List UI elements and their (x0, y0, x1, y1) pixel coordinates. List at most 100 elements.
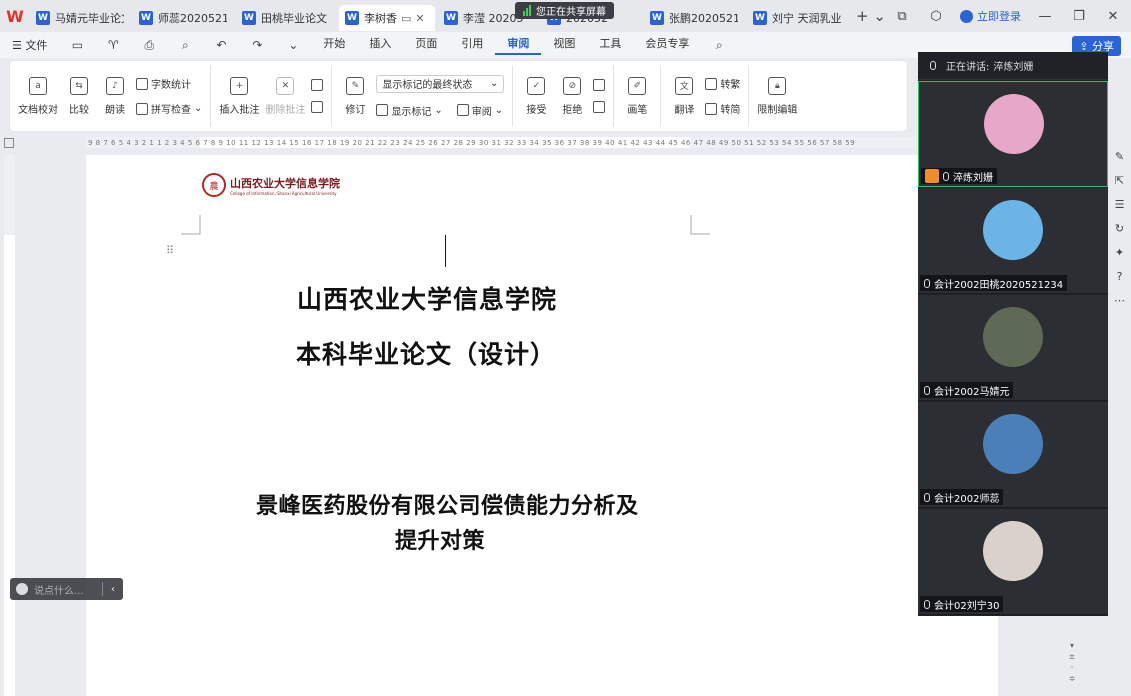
menu-tab[interactable]: 开始 (311, 35, 357, 55)
participant-avatar (983, 307, 1043, 367)
chat-input-box[interactable]: 说点什么... ‹ (10, 578, 123, 600)
read-aloud-icon: ♪ (106, 76, 124, 95)
next-comment-button[interactable] (311, 101, 324, 113)
print-preview-icon[interactable]: ⌕ (167, 38, 203, 53)
menu-tab[interactable]: 工具 (587, 35, 633, 55)
restore-button[interactable]: ❐ (1069, 9, 1089, 24)
insert-comment-button[interactable]: + 插入批注 (219, 76, 259, 116)
document-tab[interactable]: W 田桃毕业论文 (236, 5, 336, 31)
revise-icon: ✎ (346, 76, 365, 95)
mic-icon (924, 278, 930, 288)
menu-tab[interactable]: 插入 (357, 35, 403, 55)
window-layout-icon[interactable]: ⧉ (892, 9, 912, 24)
to-traditional-button[interactable]: 转繁 (705, 76, 740, 91)
close-window-button[interactable]: ✕ (1103, 9, 1123, 24)
show-markup-button[interactable]: 显示标记 ⌄ (376, 103, 443, 118)
language-group: 文翻译 转繁 转简 (661, 66, 750, 126)
redo-icon[interactable]: ↷ (239, 38, 275, 52)
simplified-icon (705, 102, 718, 115)
participant-tile[interactable]: 会计2002师蕊 (918, 402, 1108, 508)
document-tab[interactable]: W师蕊20205212 (133, 5, 233, 31)
mic-icon (930, 61, 936, 70)
monitor-icon: ▭ (401, 11, 412, 25)
undo-icon[interactable]: ↶ (203, 38, 239, 52)
history-tool-icon[interactable]: ↻ (1113, 222, 1127, 236)
search-icon[interactable]: ⌕ (701, 38, 737, 53)
participant-tile[interactable]: 淬炼刘姗 (918, 81, 1108, 187)
participant-tile[interactable]: 会计2002马婧元 (918, 295, 1108, 401)
pen-button[interactable]: ✐ 画笔 (622, 76, 652, 116)
review-pane-button[interactable]: 审阅 ⌄ (456, 103, 503, 118)
doc-check-icon: a (29, 76, 47, 95)
review-ribbon: a 文档校对 ⇆ 比较 ♪ 朗读 字数统计 拼写检查 ⌄ + 插入批注 ✕ 删除批注 ✎ 修… (10, 61, 907, 131)
participant-avatar (983, 200, 1043, 260)
restrict-edit-button[interactable]: 🔒︎ 限制编辑 (757, 76, 797, 116)
menu-tab[interactable]: 视图 (541, 35, 587, 55)
thesis-title-line1: 景峰医药股份有限公司偿债能力分析及 (256, 493, 639, 519)
more-icon[interactable]: ⌄ (275, 38, 311, 52)
prev-change-button[interactable] (593, 79, 606, 91)
participant-tile[interactable]: 会计02刘宁30 (918, 509, 1108, 615)
tab-stop-selector[interactable] (4, 138, 14, 148)
select-tool-icon[interactable]: ⇱ (1113, 174, 1127, 188)
spell-check-button[interactable]: 拼写检查 ⌄ (136, 101, 202, 116)
save-icon[interactable]: ▭ (59, 38, 95, 52)
reject-button[interactable]: ⊘ 拒绝 (557, 76, 587, 116)
pen-icon: ✐ (628, 76, 647, 95)
participant-name-label: 会计2002田桃2020521234 (920, 275, 1068, 291)
emoji-icon[interactable] (16, 583, 28, 595)
read-aloud-button[interactable]: ♪ 朗读 (100, 76, 130, 116)
menu-tab[interactable]: 页面 (403, 35, 449, 55)
document-page[interactable]: 農 山西农业大学信息学院 College of Information, Sha… (86, 155, 724, 696)
format-painter-icon[interactable]: ♈ (95, 38, 131, 52)
delete-comment-button[interactable]: ✕ 删除批注 (265, 76, 305, 116)
accept-button[interactable]: ✓ 接受 (521, 76, 551, 116)
more-options-icon[interactable]: ⋯ (1113, 294, 1127, 308)
document-title-line1: 山西农业大学信息学院 (297, 285, 558, 314)
pen-tool-icon[interactable]: ✎ (1113, 150, 1127, 164)
compare-button[interactable]: ⇆ 比较 (64, 76, 94, 116)
new-tab-button[interactable]: + ⌄ (856, 7, 886, 25)
next-change-icon (593, 101, 606, 113)
doc-check-button[interactable]: a 文档校对 (18, 76, 58, 116)
page-nav-controls[interactable]: ▾ ± ◦ ≑ (1065, 640, 1079, 684)
spell-check-icon (136, 102, 148, 115)
document-tab[interactable]: W张鹏20205212 (644, 5, 744, 31)
accept-icon: ✓ (527, 76, 546, 95)
help-icon[interactable]: ? (1113, 270, 1127, 284)
wps-logo-icon[interactable]: W (0, 0, 30, 32)
vertical-ruler[interactable] (4, 155, 15, 696)
word-count-button[interactable]: 字数统计 (136, 76, 202, 91)
print-icon[interactable]: ⎙ (131, 38, 167, 53)
menu-tab[interactable]: 引用 (449, 35, 495, 55)
close-tab-icon[interactable]: ✕ (415, 12, 424, 25)
revise-button[interactable]: ✎ 修订 (340, 76, 370, 116)
document-tab[interactable]: W马婧元毕业论文 (30, 5, 130, 31)
document-tab[interactable]: W 李树香 ▭ ✕ (339, 5, 435, 31)
next-comment-icon (311, 101, 324, 113)
cube-icon[interactable]: ⬡ (926, 9, 946, 24)
document-tab[interactable]: W 刘宁 天润乳业 (747, 5, 847, 31)
minimize-button[interactable]: — (1035, 9, 1055, 24)
brush-tool-icon[interactable]: ✦ (1113, 246, 1127, 260)
horizontal-ruler[interactable]: 9 8 7 6 5 4 3 2 1 1 2 3 4 5 6 7 8 9 10 1… (86, 137, 916, 148)
file-menu[interactable]: ☰ 文件 (0, 37, 59, 53)
seal-icon: 農 (202, 173, 226, 197)
menu-tab[interactable]: 会员专享 (633, 35, 701, 55)
changes-group: ✓ 接受 ⊘ 拒绝 (513, 66, 615, 126)
participant-tile[interactable]: 会计2002田桃2020521234 (918, 188, 1108, 294)
settings-tool-icon[interactable]: ☰ (1113, 198, 1127, 212)
menu-tab[interactable]: 审阅 (495, 35, 542, 55)
reject-icon: ⊘ (563, 76, 582, 95)
next-change-button[interactable] (593, 101, 606, 113)
translate-button[interactable]: 文翻译 (669, 76, 699, 116)
prev-comment-button[interactable] (311, 79, 324, 91)
collapse-chevron-icon[interactable]: ‹ (103, 584, 123, 595)
to-simplified-button[interactable]: 转简 (705, 101, 740, 116)
login-button[interactable]: 立即登录 (960, 8, 1021, 24)
markup-state-select[interactable]: 显示标记的最终状态 ⌄ (376, 74, 505, 93)
document-title-line2: 本科毕业论文（设计） (296, 340, 557, 369)
lock-doc-icon: 🔒︎ (768, 76, 787, 95)
right-toolbar: ✎ ⇱ ☰ ↻ ✦ ? ⋯ (1108, 140, 1131, 696)
drag-handle-icon[interactable]: ⠿ (166, 244, 174, 257)
